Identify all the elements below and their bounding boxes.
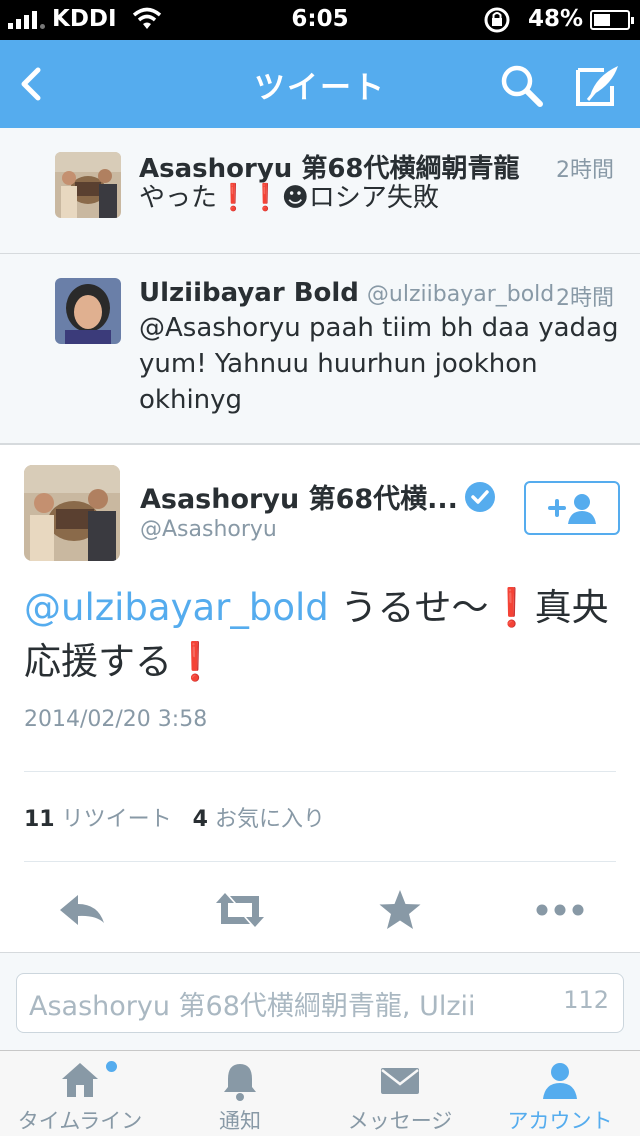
battery-icon — [590, 10, 634, 30]
tweet-text: やった❗❗☻ロシア失敗 — [139, 183, 439, 213]
person-icon — [543, 1063, 577, 1099]
tab-label: タイムライン — [17, 1109, 143, 1133]
tweet-stats: 11 リツイート 4 お気に入り — [24, 801, 325, 833]
tweet-author-name[interactable]: Ulziibayar Bold @ulziibayar_bold — [139, 278, 554, 308]
avatar[interactable] — [55, 152, 121, 218]
exclamation-emoji-icon: ❗ — [249, 183, 282, 213]
reply-input[interactable]: Asashoryu 第68代横綱朝青龍, Ulzii 112 — [16, 973, 624, 1033]
main-tweet: Asashoryu 第68代横... @Asashoryu @ulzibayar… — [0, 444, 640, 952]
avatar[interactable] — [55, 278, 121, 344]
reply-area: Asashoryu 第68代横綱朝青龍, Ulzii 112 — [0, 952, 640, 1050]
rotation-lock-icon — [484, 7, 510, 33]
navigation-bar: ツイート — [0, 40, 640, 128]
exclamation-emoji-icon: ❗ — [488, 586, 535, 629]
mention-link[interactable]: @ulzibayar_bold — [24, 586, 329, 629]
tweet-timestamp: 2時間 — [556, 286, 614, 311]
follow-button[interactable] — [524, 481, 620, 535]
retweet-count[interactable]: 11 — [24, 807, 55, 832]
favorite-count[interactable]: 4 — [193, 807, 208, 832]
more-options-icon[interactable] — [530, 885, 590, 935]
envelope-icon — [381, 1068, 419, 1094]
tweet-row[interactable]: Ulziibayar Bold @ulziibayar_bold 2時間 @Asa… — [0, 254, 640, 444]
tab-messages[interactable]: メッセージ — [320, 1051, 480, 1136]
character-count: 112 — [563, 986, 609, 1014]
tab-label: 通知 — [219, 1109, 261, 1133]
status-bar: KDDI 6:05 48% — [0, 0, 640, 40]
tab-label: アカウント — [507, 1109, 613, 1133]
bell-icon — [224, 1064, 256, 1101]
add-user-icon — [548, 494, 596, 524]
home-icon — [62, 1063, 98, 1097]
tweet-author-handle: @Asashoryu — [140, 517, 277, 542]
favorite-star-icon[interactable] — [370, 885, 430, 935]
smile-emoji-icon: ☻ — [281, 183, 309, 213]
tweet-text: @ulzibayar_bold うるせ〜❗真央応援する❗ — [24, 586, 609, 683]
tab-bar: タイムライン 通知 メッセージ アカウント — [0, 1050, 640, 1136]
notification-dot — [106, 1061, 117, 1072]
tweet-text: @Asashoryu paah tiim bh daa yadag yum! Y… — [139, 313, 619, 415]
retweet-icon[interactable] — [210, 885, 270, 935]
tab-notifications[interactable]: 通知 — [160, 1051, 320, 1136]
battery-percent: 48% — [528, 6, 584, 32]
tweet-author-handle: @ulziibayar_bold — [366, 282, 555, 307]
reply-icon[interactable] — [52, 885, 112, 935]
tweet-author-name[interactable]: Asashoryu 第68代横... — [140, 477, 458, 516]
tweet-date: 2014/02/20 3:58 — [24, 707, 208, 732]
favorite-label[interactable]: お気に入り — [215, 807, 325, 832]
divider — [24, 861, 616, 862]
retweet-label[interactable]: リツイート — [62, 807, 172, 832]
tab-label: メッセージ — [347, 1109, 453, 1133]
exclamation-emoji-icon: ❗ — [172, 640, 219, 683]
search-icon[interactable] — [498, 62, 544, 108]
exclamation-emoji-icon: ❗ — [217, 183, 250, 213]
tweet-row[interactable]: Asashoryu 第68代横綱朝青龍 2時間 やった❗❗☻ロシア失敗 — [0, 128, 640, 254]
compose-tweet-icon[interactable] — [574, 62, 624, 108]
page-title: ツイート — [254, 70, 386, 106]
divider — [24, 771, 616, 772]
tab-timeline[interactable]: タイムライン — [0, 1051, 160, 1136]
verified-badge-icon — [465, 482, 495, 512]
avatar[interactable] — [24, 465, 120, 561]
tab-account[interactable]: アカウント — [480, 1051, 640, 1136]
